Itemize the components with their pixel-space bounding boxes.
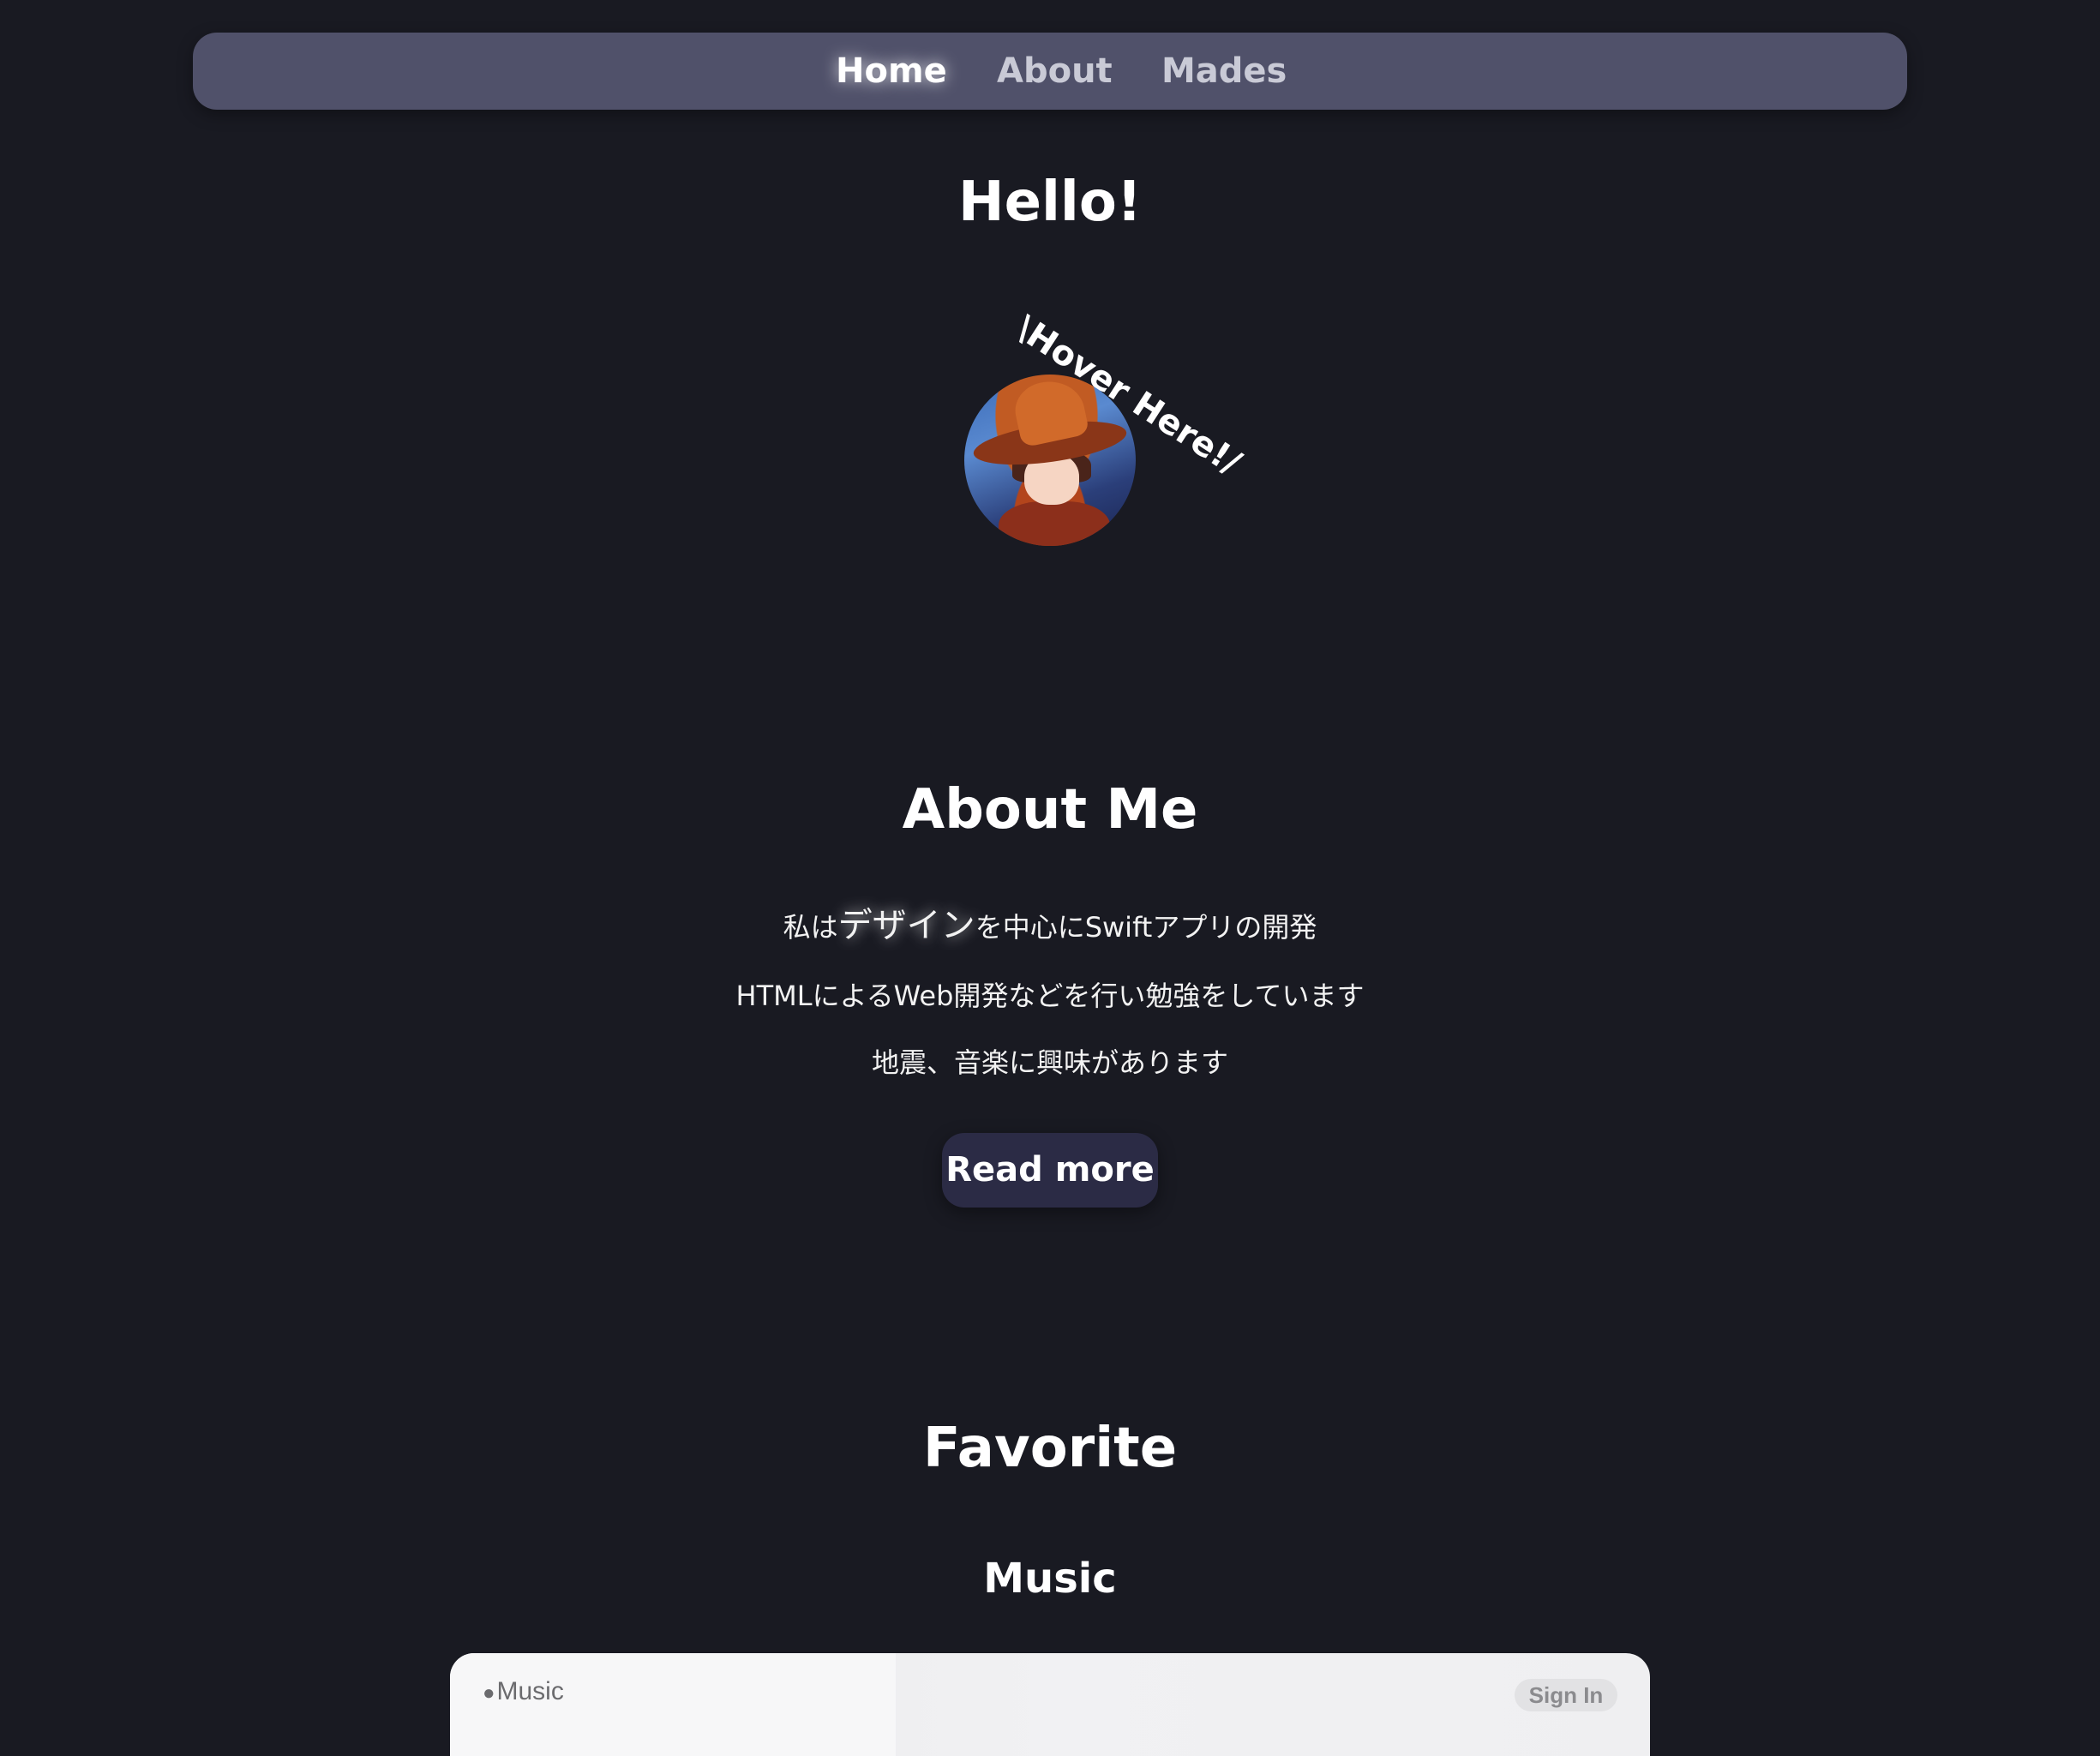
about-title: About Me [902, 778, 1198, 842]
avatar-body [999, 501, 1110, 546]
hero-title: Hello! [958, 171, 1142, 234]
music-logo-text: Music [496, 1677, 564, 1705]
nav-mades-link[interactable]: Mades [1161, 33, 1287, 110]
apple-music-embed[interactable]: ●Music Sign In [450, 1653, 1650, 1756]
about-line-3: 地震、音楽に興味があります [871, 1046, 1228, 1079]
about-line-1: 私はデザインを中心にSwiftアプリの開発 [0, 907, 2100, 946]
music-logo: ●Music [483, 1677, 564, 1706]
music-title: Music [983, 1555, 1117, 1603]
sign-in-button[interactable]: Sign In [1515, 1679, 1617, 1711]
top-nav: Home About Mades [193, 33, 1907, 110]
read-more-button[interactable]: Read more [942, 1133, 1158, 1208]
about-line-1-prefix: 私は [783, 911, 838, 944]
favorite-title: Favorite [922, 1417, 1178, 1480]
about-line-1-suffix: を中心にSwiftアプリの開発 [975, 911, 1317, 944]
apple-logo-icon: ● [483, 1681, 495, 1705]
avatar[interactable] [964, 375, 1136, 546]
about-line-2: HTMLによるWeb開発などを行い勉強をしています [735, 980, 1365, 1012]
about-line-1-highlight: デザイン [837, 906, 975, 945]
nav-home-link[interactable]: Home [836, 33, 947, 110]
nav-about-link[interactable]: About [997, 33, 1113, 110]
